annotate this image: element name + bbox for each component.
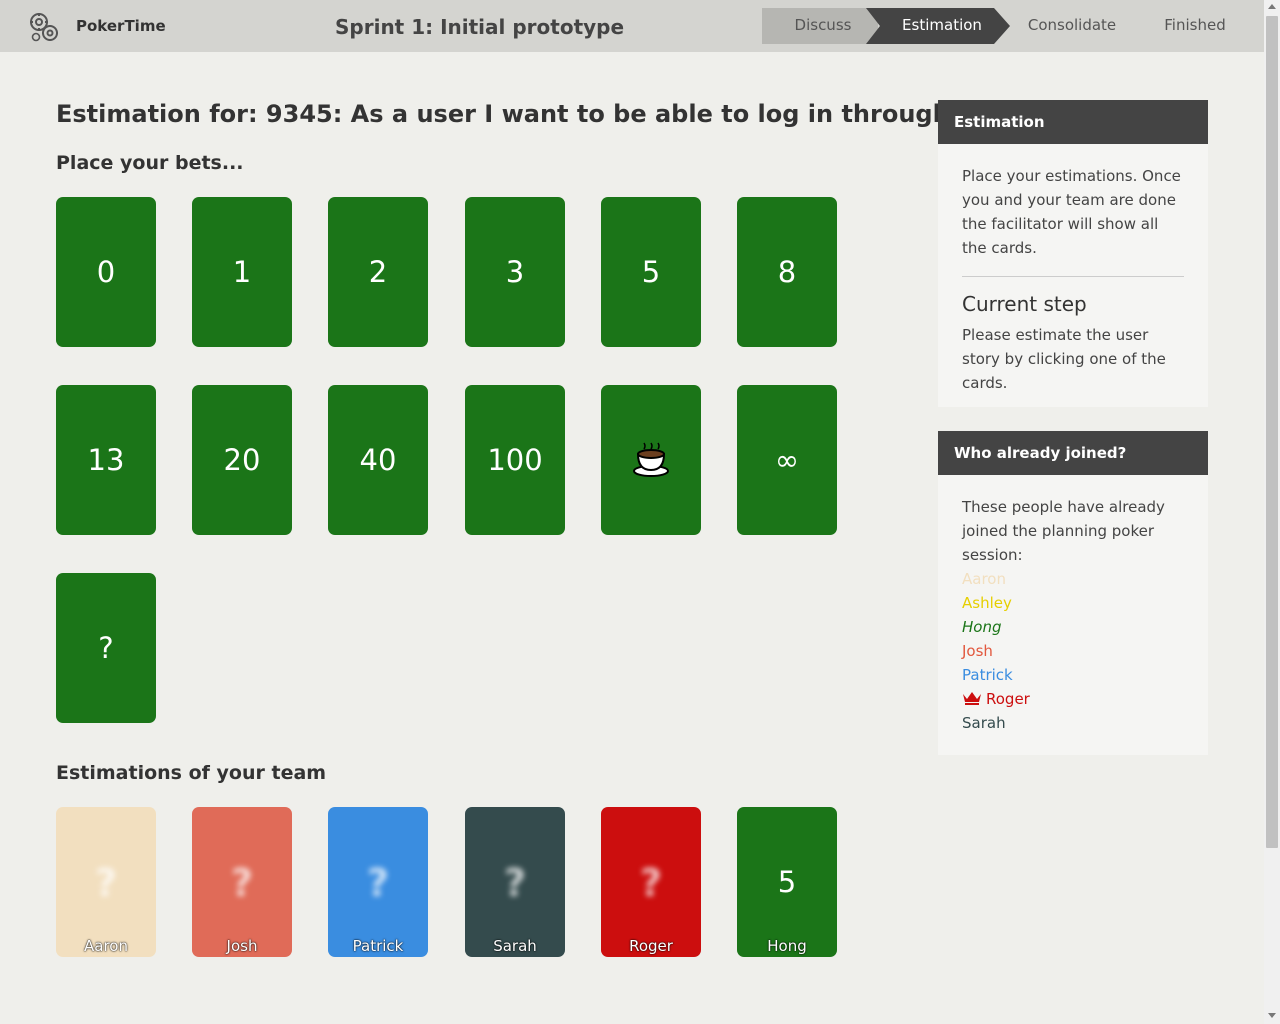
team-card-sarah: ? Sarah [465,807,565,957]
team-card-name: Hong [767,937,807,955]
team-card-name: Roger [629,937,673,955]
logo-icon[interactable] [28,11,60,43]
member-roger: Roger [986,690,1030,708]
divider [962,276,1184,277]
member-josh: Josh [962,642,993,660]
scroll-down-arrow-icon[interactable] [1268,1013,1276,1018]
card-1[interactable]: 1 [192,197,292,347]
page-title: Estimation for: 9345: As a user I want t… [56,100,1012,128]
crown-icon [963,692,981,705]
team-estimations-heading: Estimations of your team [56,762,327,784]
team-card-aaron: ? Aaron [56,807,156,957]
card-40[interactable]: 40 [328,385,428,535]
hidden-value: ? [230,861,254,905]
current-step-text: Please estimate the user story by clicki… [962,326,1166,392]
member-roger-row: Roger [962,687,1184,711]
member-aaron: Aaron [962,570,1006,588]
step-discuss[interactable]: Discuss [762,8,878,44]
step-finished[interactable]: Finished [1160,8,1230,44]
estimation-panel-text: Place your estimations. Once you and you… [962,167,1181,257]
hidden-value: ? [94,861,118,905]
vertical-scrollbar[interactable] [1264,0,1280,1024]
card-coffee[interactable] [601,385,701,535]
team-card-name: Patrick [352,937,404,955]
card-8[interactable]: 8 [737,197,837,347]
scroll-up-arrow-icon[interactable] [1268,4,1276,9]
team-card-roger: ? Roger [601,807,701,957]
hidden-value: ? [503,861,527,905]
card-infinity[interactable]: ∞ [737,385,837,535]
team-card-josh: ? Josh [192,807,292,957]
joined-panel: Who already joined? These people have al… [938,431,1208,755]
member-list: Aaron Ashley Hong Josh Patrick Roger Sar… [962,567,1184,735]
step-estimation[interactable]: Estimation [866,8,1010,44]
card-5[interactable]: 5 [601,197,701,347]
joined-panel-title: Who already joined? [938,431,1208,475]
card-2[interactable]: 2 [328,197,428,347]
step-consolidate[interactable]: Consolidate [1024,8,1120,44]
joined-panel-text: These people have already joined the pla… [962,498,1165,564]
revealed-value: 5 [777,865,797,899]
member-patrick: Patrick [962,666,1013,684]
team-card-patrick: ? Patrick [328,807,428,957]
card-question[interactable]: ? [56,573,156,723]
sprint-title: Sprint 1: Initial prototype [335,15,625,39]
member-ashley: Ashley [962,594,1012,612]
scroll-thumb[interactable] [1266,16,1278,848]
current-step-title: Current step [962,292,1087,316]
coffee-cup-icon [633,442,669,477]
member-hong: Hong [962,618,1002,636]
team-card-name: Aaron [84,937,128,955]
team-card-name: Sarah [493,937,537,955]
card-20[interactable]: 20 [192,385,292,535]
app-name[interactable]: PokerTime [76,17,166,35]
hidden-value: ? [366,861,390,905]
team-card-hong: 5 Hong [737,807,837,957]
team-card-name: Josh [226,937,258,955]
estimation-panel-title: Estimation [938,100,1208,144]
member-sarah: Sarah [962,714,1006,732]
card-100[interactable]: 100 [465,385,565,535]
card-13[interactable]: 13 [56,385,156,535]
estimation-panel: Estimation Place your estimations. Once … [938,100,1208,407]
top-bar: PokerTime Sprint 1: Initial prototype Di… [0,0,1264,52]
bets-heading: Place your bets... [56,152,244,174]
card-0[interactable]: 0 [56,197,156,347]
card-3[interactable]: 3 [465,197,565,347]
hidden-value: ? [639,861,663,905]
